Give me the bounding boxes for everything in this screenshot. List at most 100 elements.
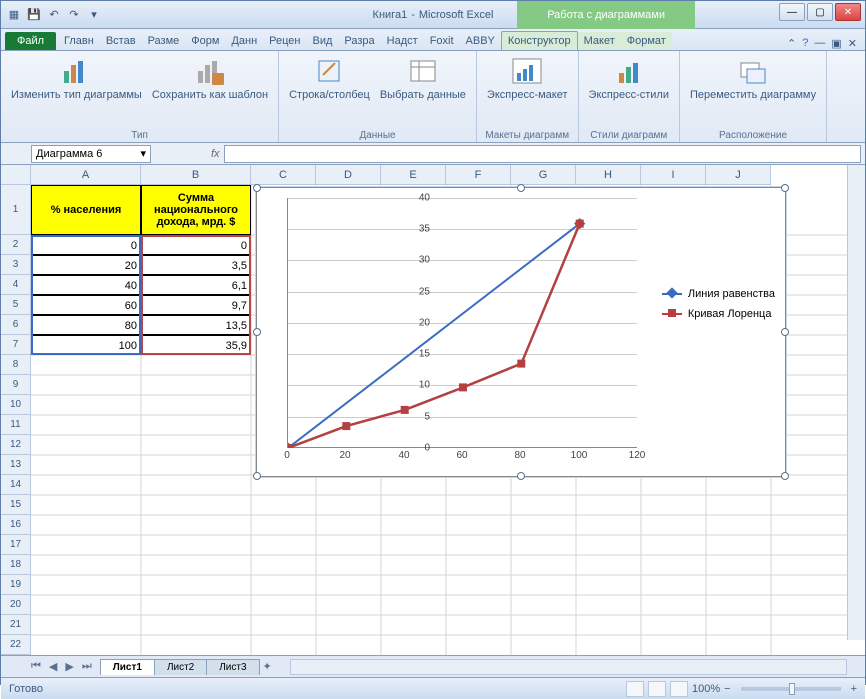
tab-home[interactable]: Главн bbox=[58, 32, 100, 50]
legend-item[interactable]: Линия равенства bbox=[662, 288, 775, 300]
row-header[interactable]: 8 bbox=[1, 355, 31, 375]
tab-formulas[interactable]: Форм bbox=[185, 32, 225, 50]
row-header[interactable]: 20 bbox=[1, 595, 31, 615]
resize-handle[interactable] bbox=[253, 472, 261, 480]
change-chart-type-button[interactable]: Изменить тип диаграммы bbox=[7, 53, 146, 130]
tab-review[interactable]: Рецен bbox=[263, 32, 306, 50]
row-header[interactable]: 3 bbox=[1, 255, 31, 275]
row-header[interactable]: 14 bbox=[1, 475, 31, 495]
row-header[interactable]: 15 bbox=[1, 495, 31, 515]
tab-addins[interactable]: Надст bbox=[381, 32, 424, 50]
cell-A5[interactable]: 60 bbox=[31, 295, 141, 315]
zoom-slider[interactable] bbox=[741, 687, 841, 691]
col-header[interactable]: I bbox=[641, 165, 706, 185]
sheet-tab[interactable]: Лист1 bbox=[100, 659, 155, 675]
doc-close-icon[interactable]: ✕ bbox=[848, 37, 857, 50]
move-chart-button[interactable]: Переместить диаграмму bbox=[686, 53, 820, 130]
save-as-template-button[interactable]: Сохранить как шаблон bbox=[148, 53, 272, 130]
cell-B4[interactable]: 6,1 bbox=[141, 275, 251, 295]
row-header[interactable]: 4 bbox=[1, 275, 31, 295]
horizontal-scrollbar[interactable] bbox=[290, 659, 847, 675]
tab-insert[interactable]: Встав bbox=[100, 32, 142, 50]
col-header[interactable]: F bbox=[446, 165, 511, 185]
formula-input[interactable] bbox=[224, 145, 861, 163]
sheet-tab[interactable]: Лист3 bbox=[206, 659, 259, 675]
minimize-ribbon-icon[interactable]: ⌃ bbox=[787, 37, 796, 50]
row-header[interactable]: 5 bbox=[1, 295, 31, 315]
name-box[interactable]: Диаграмма 6 ▾ bbox=[31, 145, 151, 163]
row-header[interactable]: 2 bbox=[1, 235, 31, 255]
tab-nav-first-icon[interactable]: ⏮ bbox=[31, 660, 41, 673]
sheet-tab[interactable]: Лист2 bbox=[154, 659, 207, 675]
col-header[interactable]: A bbox=[31, 165, 141, 185]
page-break-view-button[interactable] bbox=[670, 681, 688, 697]
row-header[interactable]: 1 bbox=[1, 185, 31, 235]
page-layout-view-button[interactable] bbox=[648, 681, 666, 697]
cell-A2[interactable]: 0 bbox=[31, 235, 141, 255]
switch-row-column-button[interactable]: Строка/столбец bbox=[285, 53, 374, 130]
doc-restore-icon[interactable]: ▣ bbox=[831, 37, 841, 50]
tab-nav-last-icon[interactable]: ⏭ bbox=[82, 660, 92, 673]
tab-developer[interactable]: Разра bbox=[338, 32, 380, 50]
row-header[interactable]: 6 bbox=[1, 315, 31, 335]
row-header[interactable]: 9 bbox=[1, 375, 31, 395]
tab-foxit[interactable]: Foxit bbox=[424, 32, 460, 50]
cell-B3[interactable]: 3,5 bbox=[141, 255, 251, 275]
col-header[interactable]: H bbox=[576, 165, 641, 185]
express-styles-button[interactable]: Экспресс-стили bbox=[585, 53, 673, 130]
redo-icon[interactable]: ↷ bbox=[65, 6, 83, 24]
row-header[interactable]: 7 bbox=[1, 335, 31, 355]
row-header[interactable]: 10 bbox=[1, 395, 31, 415]
resize-handle[interactable] bbox=[253, 328, 261, 336]
name-box-dropdown-icon[interactable]: ▾ bbox=[140, 147, 146, 160]
resize-handle[interactable] bbox=[781, 184, 789, 192]
tab-view[interactable]: Вид bbox=[307, 32, 339, 50]
resize-handle[interactable] bbox=[781, 328, 789, 336]
tab-chart-layout[interactable]: Макет bbox=[578, 32, 621, 50]
col-header[interactable]: C bbox=[251, 165, 316, 185]
cell-B6[interactable]: 13,5 bbox=[141, 315, 251, 335]
col-header[interactable]: D bbox=[316, 165, 381, 185]
cell-B5[interactable]: 9,7 bbox=[141, 295, 251, 315]
tab-pagelayout[interactable]: Разме bbox=[142, 32, 186, 50]
fx-icon[interactable]: fx bbox=[211, 148, 220, 160]
col-header[interactable]: B bbox=[141, 165, 251, 185]
cell-B2[interactable]: 0 bbox=[141, 235, 251, 255]
row-header[interactable]: 18 bbox=[1, 555, 31, 575]
save-icon[interactable]: 💾 bbox=[25, 6, 43, 24]
express-layout-button[interactable]: Экспресс-макет bbox=[483, 53, 572, 130]
col-header[interactable]: G bbox=[511, 165, 576, 185]
cell-A4[interactable]: 40 bbox=[31, 275, 141, 295]
resize-handle[interactable] bbox=[517, 472, 525, 480]
row-header[interactable]: 16 bbox=[1, 515, 31, 535]
row-header[interactable]: 19 bbox=[1, 575, 31, 595]
select-data-button[interactable]: Выбрать данные bbox=[376, 53, 470, 130]
resize-handle[interactable] bbox=[253, 184, 261, 192]
file-tab[interactable]: Файл bbox=[5, 32, 56, 50]
select-all-corner[interactable] bbox=[1, 165, 31, 185]
minimize-button[interactable]: — bbox=[779, 3, 805, 21]
normal-view-button[interactable] bbox=[626, 681, 644, 697]
zoom-level[interactable]: 100% bbox=[692, 683, 720, 695]
cell-B1[interactable]: Сумма национального дохода, мрд. $ bbox=[141, 185, 251, 235]
help-icon[interactable]: ? bbox=[802, 37, 808, 50]
row-header[interactable]: 11 bbox=[1, 415, 31, 435]
legend-item[interactable]: Кривая Лоренца bbox=[662, 308, 775, 320]
close-button[interactable]: ✕ bbox=[835, 3, 861, 21]
cell-A3[interactable]: 20 bbox=[31, 255, 141, 275]
col-header[interactable]: E bbox=[381, 165, 446, 185]
tab-nav-next-icon[interactable]: ▶ bbox=[65, 660, 73, 673]
vertical-scrollbar[interactable] bbox=[847, 165, 865, 640]
cell-A6[interactable]: 80 bbox=[31, 315, 141, 335]
cell-A1[interactable]: % населения bbox=[31, 185, 141, 235]
zoom-in-icon[interactable]: + bbox=[851, 683, 857, 695]
row-header[interactable]: 22 bbox=[1, 635, 31, 655]
undo-icon[interactable]: ↶ bbox=[45, 6, 63, 24]
row-header[interactable]: 12 bbox=[1, 435, 31, 455]
zoom-out-icon[interactable]: − bbox=[724, 683, 730, 695]
resize-handle[interactable] bbox=[517, 184, 525, 192]
cell-A7[interactable]: 100 bbox=[31, 335, 141, 355]
new-sheet-icon[interactable]: ✦ bbox=[263, 660, 272, 673]
tab-nav-prev-icon[interactable]: ◀ bbox=[49, 660, 57, 673]
tab-data[interactable]: Данн bbox=[225, 32, 263, 50]
